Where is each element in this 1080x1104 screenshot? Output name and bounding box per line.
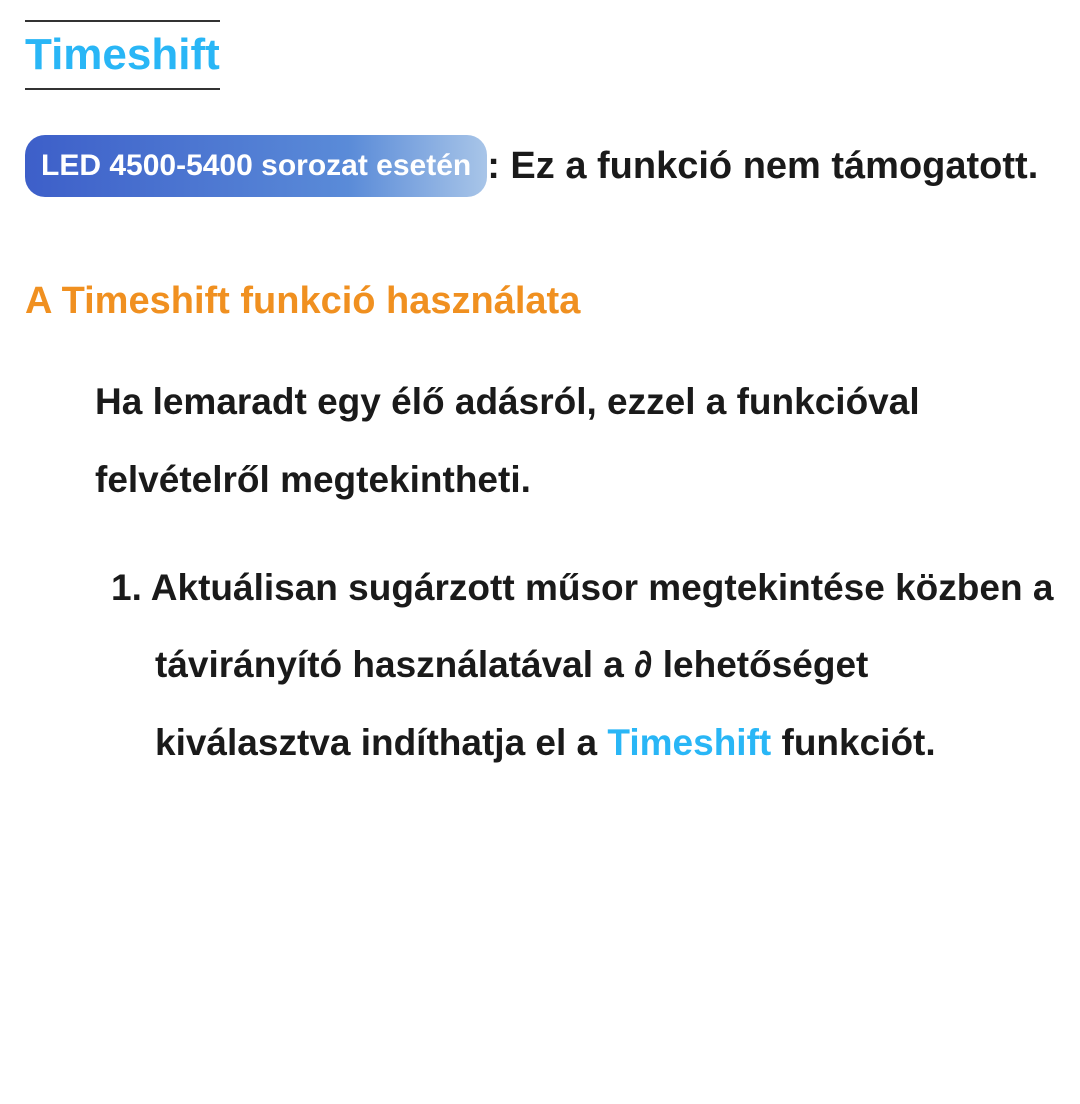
intro-paragraph: Ha lemaradt egy élő adásról, ezzel a fun…	[25, 363, 1055, 518]
title-container: Timeshift	[25, 20, 220, 90]
model-badge: LED 4500-5400 sorozat esetén	[25, 135, 487, 197]
list-text-part3: funkciót.	[771, 722, 935, 763]
note-text: : Ez a funkció nem támogatott.	[487, 145, 1038, 187]
timeshift-highlight: Timeshift	[607, 722, 771, 763]
list-number: 1.	[111, 567, 142, 608]
section-heading: A Timeshift funkció használata	[25, 280, 1055, 323]
page-title: Timeshift	[25, 30, 220, 80]
list-item-1: 1. Aktuálisan sugárzott műsor megtekinté…	[25, 549, 1055, 782]
play-icon: ∂	[634, 644, 652, 685]
model-note: LED 4500-5400 sorozat esetén: Ez a funkc…	[25, 130, 1055, 200]
list-text-part1: Aktuálisan sugárzott műsor megtekintése …	[151, 567, 1054, 686]
